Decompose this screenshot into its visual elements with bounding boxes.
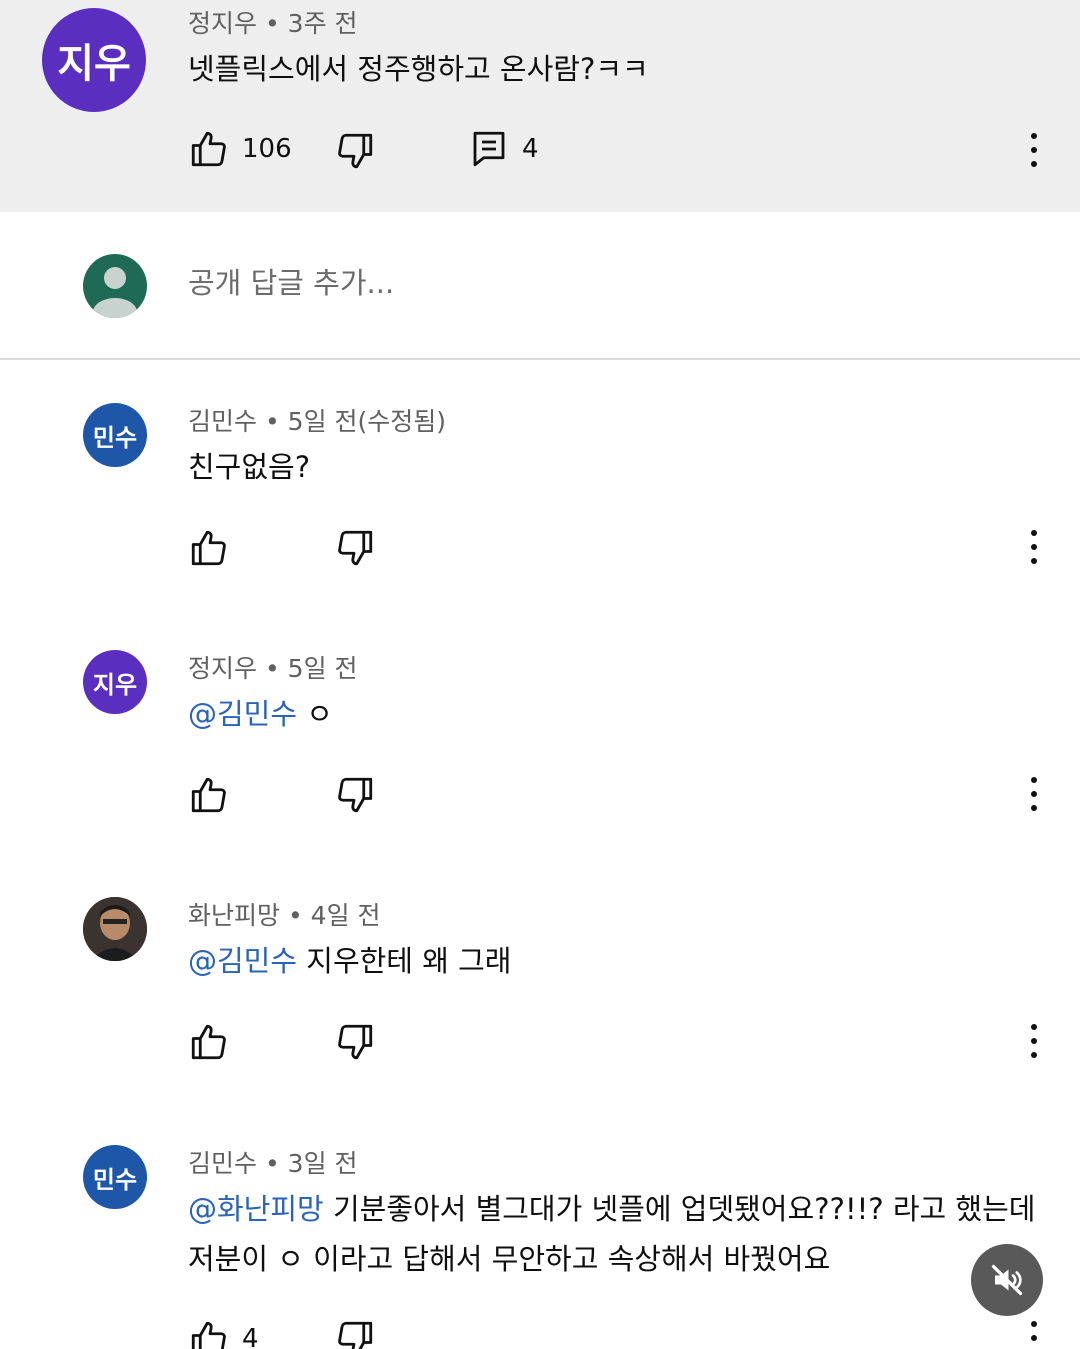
avatar[interactable]: 지우 [42,8,146,112]
reply-icon [473,131,505,167]
reply-composer [0,212,1080,360]
thumb-down-icon [338,1321,373,1349]
avatar[interactable]: 민수 [83,1145,147,1209]
more-vert-icon [1031,1024,1037,1058]
comment-text: 넷플릭스에서 정주행하고 온사람?ㅋㅋ [188,52,649,86]
comment-text: @김민수 ㅇ [188,697,333,731]
more-vert-icon [1031,530,1037,564]
comment-author[interactable]: 정지우 [188,9,257,38]
like-button[interactable]: 4 [188,1318,259,1349]
comment-time: 3일 전 [287,1149,358,1178]
mention-link[interactable]: @화난피망 [188,1192,324,1226]
avatar [83,254,147,318]
like-button[interactable] [188,1021,230,1063]
mute-button[interactable] [971,1244,1043,1316]
reply-input[interactable] [188,266,888,300]
comment-text: @김민수 지우한테 왜 그래 [188,944,512,978]
avatar[interactable]: 민수 [83,403,147,467]
like-count: 4 [242,1324,259,1349]
person-icon [93,267,137,318]
mute-icon [991,1264,1023,1296]
meta-separator: • [264,654,280,683]
thumb-up-icon [191,1024,226,1060]
highlighted-comment: 지우 정지우 • 3주 전 넷플릭스에서 정주행하고 온사람?ㅋㅋ 106 4 [0,0,1080,212]
avatar[interactable] [83,897,147,961]
more-options-button[interactable] [1018,1021,1050,1061]
more-vert-icon [1031,1321,1037,1341]
reply-count: 4 [522,134,539,164]
meta-separator: • [264,9,280,38]
like-button[interactable]: 106 [188,128,292,170]
profile-photo [83,897,147,961]
more-options-button[interactable] [1018,774,1050,814]
avatar[interactable]: 지우 [83,650,147,714]
comment-text-line: @화난피망 기분좋아서 별그대가 넷플에 업뎃됐어요??!!? 라고 했는데 [188,1192,1036,1226]
dislike-button[interactable] [334,527,376,569]
meta-separator: • [264,407,280,436]
comment-author[interactable]: 김민수 [188,407,257,436]
comment-meta: 김민수 • 3일 전 [188,1144,358,1180]
dislike-button[interactable] [334,1021,376,1063]
thumb-up-icon [191,777,226,813]
comment-author[interactable]: 화난피망 [188,901,280,930]
mention-link[interactable]: @김민수 [188,944,297,978]
meta-separator: • [287,901,303,930]
comment-text: 친구없음? [188,450,311,484]
comment-author[interactable]: 김민수 [188,1149,257,1178]
comment-meta: 화난피망 • 4일 전 [188,896,381,932]
like-count: 106 [242,134,292,164]
more-options-button[interactable] [1018,527,1050,567]
thumb-down-icon [338,133,373,169]
dislike-button[interactable] [334,1318,376,1349]
comment-meta: 정지우 • 3주 전 [188,4,358,40]
like-button[interactable] [188,774,230,816]
comment-author[interactable]: 정지우 [188,654,257,683]
comment-time: 5일 전(수정됨) [287,407,447,436]
comment-time: 3주 전 [287,9,358,38]
thumb-down-icon [338,1024,373,1060]
thumb-up-icon [191,131,226,167]
more-vert-icon [1031,133,1037,167]
reply-button[interactable]: 4 [468,128,539,170]
more-options-button[interactable] [1018,1318,1050,1349]
thumb-up-icon [191,1321,226,1349]
like-button[interactable] [188,527,230,569]
mention-link[interactable]: @김민수 [188,697,297,731]
comment-meta: 정지우 • 5일 전 [188,649,358,685]
more-vert-icon [1031,777,1037,811]
comment-time: 5일 전 [287,654,358,683]
meta-separator: • [264,1149,280,1178]
comment-time: 4일 전 [310,901,381,930]
thumb-down-icon [338,777,373,813]
dislike-button[interactable] [334,130,376,172]
dislike-button[interactable] [334,774,376,816]
comment-meta: 김민수 • 5일 전(수정됨) [188,402,446,438]
more-options-button[interactable] [1018,130,1050,170]
thumb-up-icon [191,530,226,566]
thumb-down-icon [338,530,373,566]
comment-text-line: 저분이 ㅇ 이라고 답해서 무안하고 속상해서 바꿨어요 [188,1242,831,1276]
